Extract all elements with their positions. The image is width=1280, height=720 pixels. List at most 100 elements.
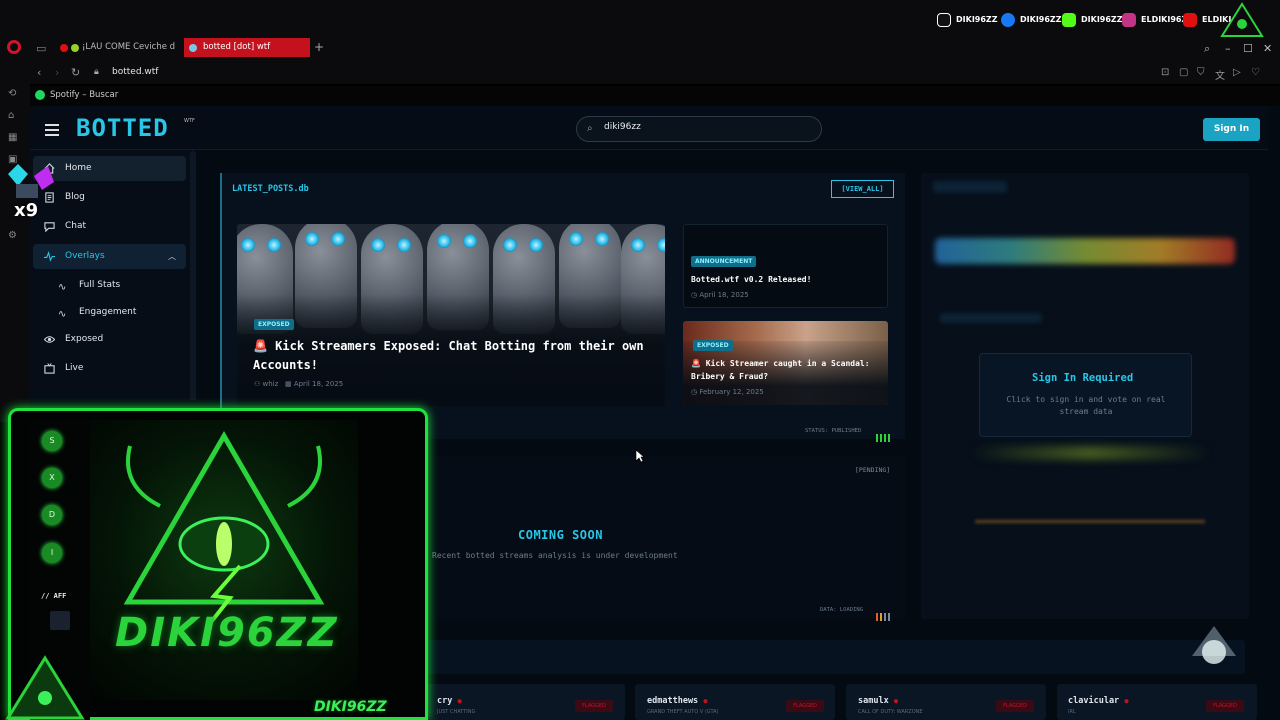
coming-soon-title: COMING SOON: [518, 528, 603, 542]
chat-icon: [44, 222, 55, 232]
site-logo[interactable]: BOTTED: [76, 114, 169, 142]
play-icon[interactable]: ▷: [1233, 67, 1241, 78]
heat-bar: [935, 238, 1235, 264]
overlay-letter: I: [42, 543, 62, 563]
bookmark-icon[interactable]: ⊡: [1161, 67, 1169, 78]
demon-mascot-icon: [5, 655, 85, 720]
opera-logo-icon[interactable]: [7, 40, 21, 54]
tab-label: ¡LAU COME Ceviche d: [82, 42, 176, 52]
history-icon[interactable]: ⟲: [8, 88, 20, 100]
loading-status: DATA: LOADING: [820, 607, 864, 613]
back-icon[interactable]: ‹: [37, 66, 41, 79]
facebook-icon: [1001, 13, 1015, 27]
shield-icon[interactable]: ⛉: [1197, 67, 1205, 78]
sign-in-required-text: Click to sign in and vote on real stream…: [1006, 395, 1166, 416]
sidebar-item-full-stats[interactable]: ∿ Full Stats: [56, 277, 120, 293]
mouse-cursor-icon: [635, 449, 645, 463]
eye-icon: [44, 336, 55, 343]
blurred-label: [940, 313, 1042, 323]
sidebar-item-engagement[interactable]: ∿ Engagement: [56, 304, 136, 320]
calendar-icon: ▦: [284, 380, 294, 388]
streamer-name[interactable]: cry ●: [437, 696, 462, 706]
site-favicon-icon: [189, 44, 197, 52]
coming-soon-subtitle: Recent botted streams analysis is under …: [432, 551, 678, 560]
post-card-title[interactable]: Botted.wtf v0.2 Released!: [691, 273, 811, 286]
tab-overview-icon[interactable]: ▭: [36, 42, 46, 55]
flagged-badge: FLAGGED: [996, 700, 1034, 712]
heart-icon[interactable]: ♡: [1251, 67, 1260, 78]
spotify-icon: [35, 90, 45, 100]
sidebar-item-overlays[interactable]: Overlays ︿: [33, 244, 186, 269]
user-icon: ⚇: [254, 380, 263, 388]
streamer-game: CALL OF DUTY: WARZONE: [858, 709, 923, 715]
snapshot-icon[interactable]: ▢: [1179, 67, 1188, 78]
pinboard-icon[interactable]: ▦: [8, 132, 20, 144]
view-all-button[interactable]: [VIEW_ALL]: [831, 180, 894, 198]
sign-in-required-title: Sign In Required: [1032, 372, 1134, 384]
aff-label: // AFF: [41, 592, 67, 600]
tab-ceviche[interactable]: ¡LAU COME Ceviche d: [56, 38, 178, 57]
settings-icon[interactable]: ⚙: [8, 230, 20, 242]
hero-post-meta: ⚇ whiz ▦ April 18, 2025: [254, 380, 344, 388]
maximize-icon[interactable]: ☐: [1243, 42, 1253, 55]
new-tab-icon[interactable]: +: [314, 40, 324, 54]
streamer-name[interactable]: samulx ●: [858, 696, 898, 706]
blurred-divider: [975, 520, 1205, 523]
latest-posts-title: LATEST_POSTS.db: [232, 184, 309, 194]
streamer-game: GRAND THEFT AUTO V (GTA): [647, 709, 719, 715]
close-icon[interactable]: ✕: [1263, 42, 1272, 55]
kick-icon: [1062, 13, 1076, 27]
tab-botted[interactable]: botted [dot] wtf: [184, 38, 310, 57]
announcement-badge: ANNOUNCEMENT: [691, 256, 757, 267]
search-icon[interactable]: ⌕: [1204, 42, 1210, 56]
forward-icon[interactable]: ›: [55, 66, 59, 79]
pulse-icon: [44, 251, 55, 262]
hero-post-title[interactable]: 🚨 Kick Streamers Exposed: Chat Botting f…: [253, 337, 653, 375]
bookmark-spotify[interactable]: Spotify – Buscar: [50, 90, 118, 100]
exposed-badge: EXPOSED: [254, 319, 294, 330]
blurred-chart: [970, 446, 1210, 460]
lock-icon[interactable]: 🔒︎: [94, 67, 99, 77]
menu-icon[interactable]: [45, 124, 59, 139]
loading-indicator: [876, 606, 892, 625]
translate-icon[interactable]: 文: [1215, 67, 1225, 82]
overlay-streamer-name: DIKI96ZZ: [115, 610, 339, 656]
bookmarks-bar: [30, 86, 1280, 106]
aff-box: [50, 611, 70, 630]
sign-in-button[interactable]: Sign In: [1203, 118, 1260, 141]
logo-suffix: WTF: [184, 118, 195, 124]
search-box[interactable]: ⌕: [576, 116, 822, 142]
status-indicator: [876, 427, 892, 446]
streamer-name[interactable]: edmatthews ●: [647, 696, 708, 706]
publish-status: STATUS: PUBLISHED: [805, 428, 862, 434]
streamer-name[interactable]: clavicular ●: [1068, 696, 1129, 706]
url-field[interactable]: botted.wtf: [112, 67, 158, 77]
youtube-icon: [1183, 13, 1197, 27]
personal-news-icon[interactable]: ⌂: [8, 110, 20, 122]
sidebar-item-chat[interactable]: Chat: [33, 214, 186, 239]
multiplier-label: x9: [14, 200, 39, 221]
facebook-handle: DIKI96ZZ: [1001, 12, 1062, 28]
tab-label: botted [dot] wtf: [203, 42, 271, 52]
blurred-title: [933, 181, 1007, 193]
flagged-badge: FLAGGED: [575, 700, 613, 712]
ghost-overlay-icon: [1192, 626, 1236, 664]
minimize-icon[interactable]: –: [1225, 42, 1231, 55]
sidebar-scrollbar[interactable]: [190, 152, 196, 400]
search-icon: ⌕: [587, 123, 593, 134]
search-input[interactable]: [604, 122, 804, 132]
tiktok-handle: DIKI96ZZ: [937, 12, 998, 28]
sidebar-item-live[interactable]: Live: [33, 356, 186, 381]
hero-post-card[interactable]: [237, 224, 665, 406]
tv-icon: [44, 363, 55, 374]
address-bar: [30, 62, 1280, 84]
streamers-header: [360, 640, 1245, 674]
post-card-title[interactable]: 🚨 Kick Streamer caught in a Scandal: Bri…: [691, 357, 881, 383]
reload-icon[interactable]: ↻: [71, 66, 80, 79]
pulse-icon: ∿: [58, 282, 67, 293]
streamer-game: JUST CHATTING: [437, 709, 476, 715]
emoji-icon: [71, 44, 79, 52]
youtube-icon: [60, 44, 68, 52]
overlay-letter: S: [42, 431, 62, 451]
sidebar-item-exposed[interactable]: Exposed: [33, 327, 186, 352]
